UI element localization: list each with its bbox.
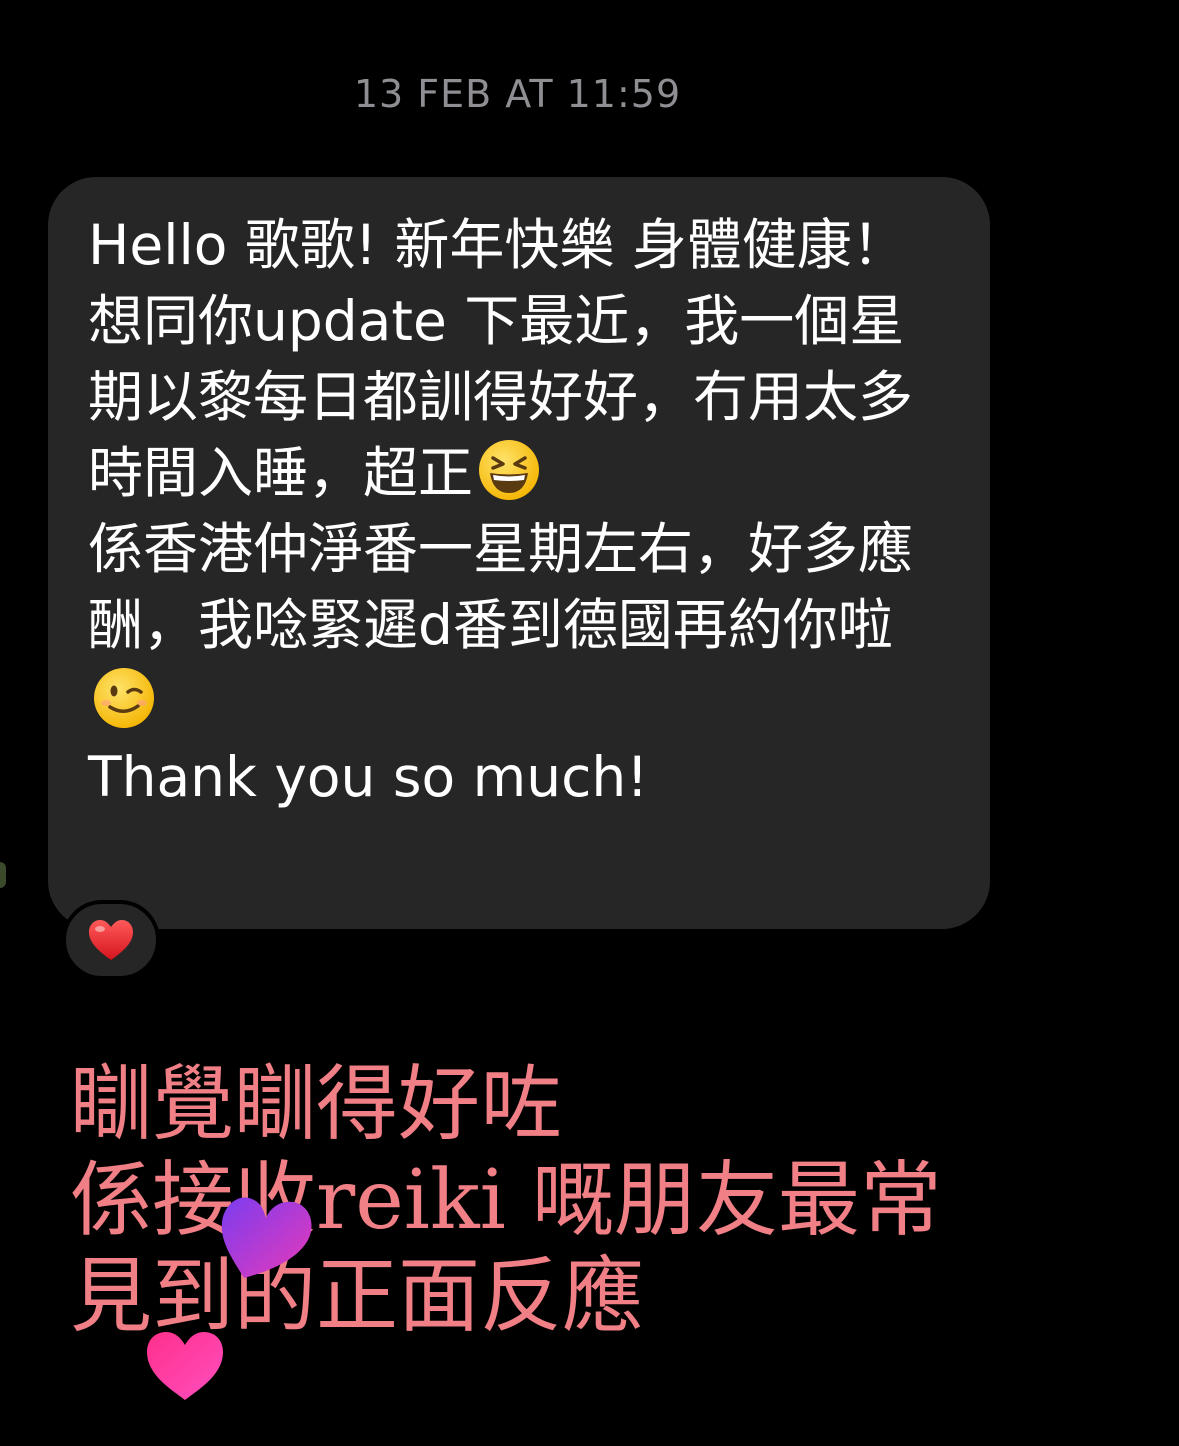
purple-heart-sticker-icon: [221, 1197, 312, 1278]
message-timestamp: 13 FEB AT 11:59: [353, 72, 682, 116]
message-line-update: 想同你update 下最近，我一個星期以黎每日都訓得好好，冇用太多時間入睡，超正: [88, 283, 950, 511]
grinning-squinting-face-icon: [479, 440, 540, 500]
red-heart-icon: [89, 920, 133, 960]
message-text: Hello 歌歌! 新年快樂 身體健康！ 想同你update 下最近，我一個星期…: [88, 207, 950, 815]
overlay-line-2: 係接收reiki 嘅朋友最常: [70, 1153, 942, 1248]
pink-heart-sticker-icon: [147, 1332, 223, 1400]
winking-face-icon: [94, 668, 154, 728]
message-line-hongkong: 係香港仲淨番一星期左右，好多應酬，我唸緊遲d番到德國再約你啦: [88, 511, 950, 739]
message-line-thanks: Thank you so much!: [88, 745, 649, 809]
message-line-hongkong-text: 係香港仲淨番一星期左右，好多應酬，我唸緊遲d番到德國再約你啦: [88, 517, 914, 657]
story-overlay-text: 瞓覺瞓得好咗 係接收reiki 嘅朋友最常 見到的正面反應: [70, 1057, 950, 1345]
message-bubble[interactable]: Hello 歌歌! 新年快樂 身體健康！ 想同你update 下最近，我一個星期…: [48, 177, 990, 929]
message-line-greeting: Hello 歌歌! 新年快樂 身體健康！: [88, 213, 907, 277]
edge-avatar-fragment: [0, 862, 6, 888]
overlay-line-1: 瞓覺瞓得好咗: [70, 1057, 563, 1152]
message-reaction[interactable]: [62, 900, 160, 980]
